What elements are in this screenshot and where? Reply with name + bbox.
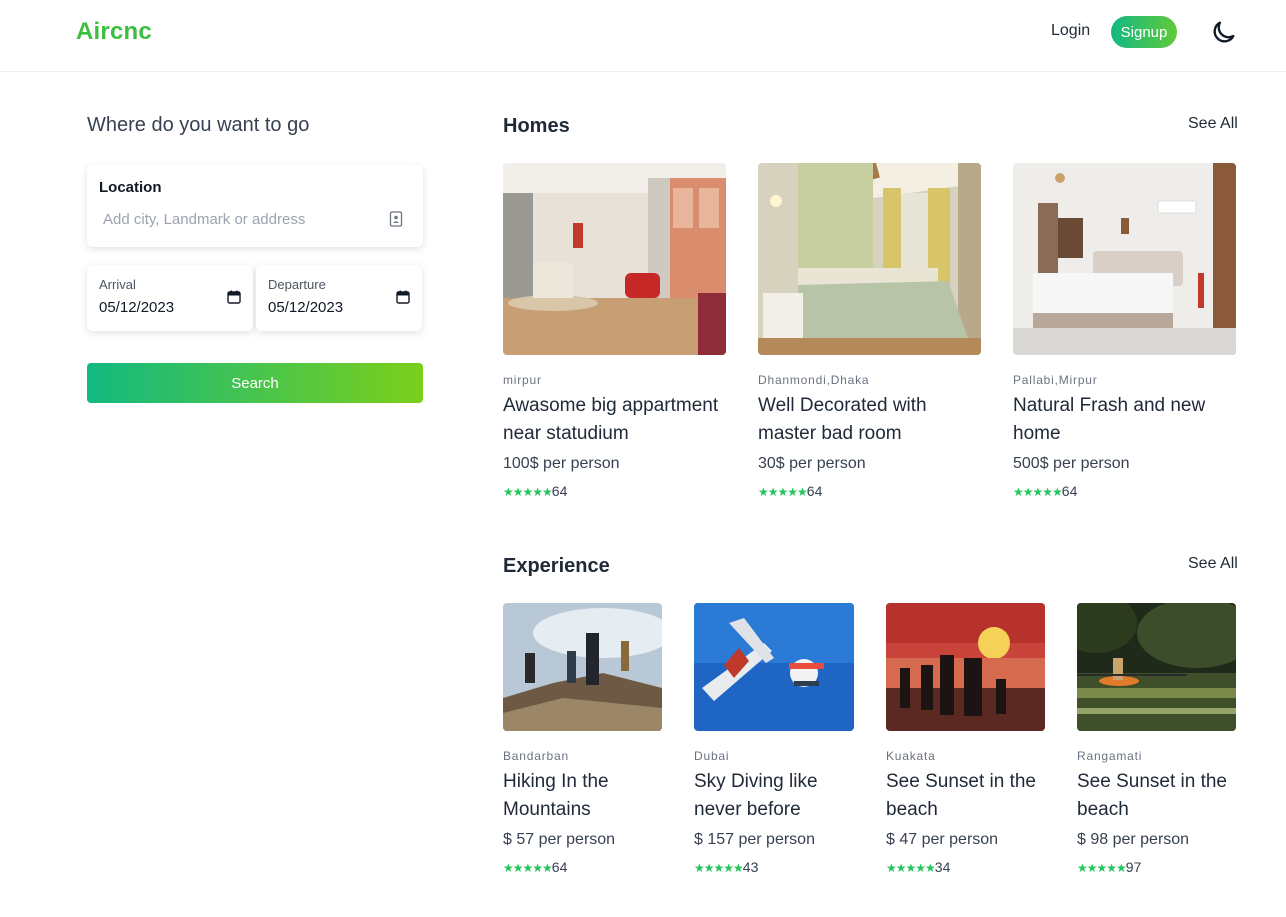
hikers-photo	[503, 603, 662, 731]
home-title[interactable]: Awasome big appartment near statudium	[503, 392, 726, 448]
experience-location: Kuakata	[886, 749, 936, 763]
departure-value[interactable]: 05/12/2023	[268, 299, 343, 316]
experience-rating: ★★★★★43	[694, 859, 758, 875]
home-location: Dhanmondi,Dhaka	[758, 373, 870, 387]
home-price: 100$ per person	[503, 455, 620, 472]
star-rating-icon: ★★★★★	[503, 861, 553, 875]
rating-count: 97	[1125, 859, 1142, 875]
location-card: Location	[87, 165, 423, 247]
experience-title[interactable]: Sky Diving like never before	[694, 768, 854, 824]
rating-count: 64	[806, 483, 823, 499]
home-price: 500$ per person	[1013, 455, 1130, 472]
home-rating: ★★★★★64	[1013, 483, 1077, 499]
home-location: Pallabi,Mirpur	[1013, 373, 1098, 387]
sunset-beach-photo	[886, 603, 1045, 731]
departure-label: Departure	[268, 277, 326, 292]
experience-card[interactable]: Kuakata See Sunset in the beach $ 47 per…	[886, 603, 1045, 883]
experience-price: $ 57 per person	[503, 831, 616, 848]
living-room-photo	[503, 163, 726, 355]
signup-button[interactable]: Signup	[1111, 16, 1177, 48]
experience-location: Dubai	[694, 749, 730, 763]
experience-card[interactable]: Bandarban Hiking In the Mountains $ 57 p…	[503, 603, 662, 883]
rating-count: 43	[742, 859, 759, 875]
home-title[interactable]: Well Decorated with master bad room	[758, 392, 981, 448]
skydiving-photo	[694, 603, 854, 731]
experience-card[interactable]: Dubai Sky Diving like never before $ 157…	[694, 603, 854, 883]
rating-count: 64	[551, 859, 568, 875]
departure-date-field[interactable]: Departure 05/12/2023	[256, 265, 422, 331]
search-button[interactable]: Search	[87, 363, 423, 403]
top-navbar: Aircnc Login Signup	[0, 0, 1286, 72]
home-card[interactable]: Pallabi,Mirpur Natural Frash and new hom…	[1013, 163, 1236, 503]
star-rating-icon: ★★★★★	[503, 485, 553, 499]
experience-price: $ 157 per person	[694, 831, 815, 848]
location-label: Location	[99, 179, 162, 196]
home-location: mirpur	[503, 373, 542, 387]
home-card[interactable]: mirpur Awasome big appartment near statu…	[503, 163, 726, 503]
brand-logo[interactable]: Aircnc	[76, 18, 152, 46]
login-link[interactable]: Login	[1051, 22, 1090, 40]
experience-location: Rangamati	[1077, 749, 1143, 763]
experience-price: $ 98 per person	[1077, 831, 1190, 848]
homes-section-title: Homes	[503, 115, 570, 137]
rating-count: 34	[934, 859, 951, 875]
home-title[interactable]: Natural Frash and new home	[1013, 392, 1236, 448]
experience-section-title: Experience	[503, 555, 610, 577]
experience-rating: ★★★★★34	[886, 859, 950, 875]
rating-count: 64	[551, 483, 568, 499]
home-price: 30$ per person	[758, 455, 866, 472]
calendar-icon[interactable]	[227, 290, 241, 304]
experience-title[interactable]: Hiking In the Mountains	[503, 768, 662, 824]
kayak-river-photo	[1077, 603, 1236, 731]
experience-title[interactable]: See Sunset in the beach	[1077, 768, 1236, 824]
home-card[interactable]: Dhanmondi,Dhaka Well Decorated with mast…	[758, 163, 981, 503]
white-bedroom-photo	[1013, 163, 1236, 355]
arrival-label: Arrival	[99, 277, 136, 292]
rating-count: 64	[1061, 483, 1078, 499]
experience-title[interactable]: See Sunset in the beach	[886, 768, 1045, 824]
home-rating: ★★★★★64	[758, 483, 822, 499]
star-rating-icon: ★★★★★	[886, 861, 936, 875]
star-rating-icon: ★★★★★	[1077, 861, 1127, 875]
star-rating-icon: ★★★★★	[694, 861, 744, 875]
homes-see-all-link[interactable]: See All	[1188, 115, 1238, 133]
experience-rating: ★★★★★64	[503, 859, 567, 875]
calendar-icon[interactable]	[396, 290, 410, 304]
experience-price: $ 47 per person	[886, 831, 999, 848]
star-rating-icon: ★★★★★	[758, 485, 808, 499]
star-rating-icon: ★★★★★	[1013, 485, 1063, 499]
experience-rating: ★★★★★97	[1077, 859, 1141, 875]
location-input[interactable]	[99, 207, 369, 231]
arrival-value[interactable]: 05/12/2023	[99, 299, 174, 316]
experience-see-all-link[interactable]: See All	[1188, 555, 1238, 573]
arrival-date-field[interactable]: Arrival 05/12/2023	[87, 265, 253, 331]
address-book-icon[interactable]	[389, 211, 403, 227]
bedroom-photo	[758, 163, 981, 355]
experience-location: Bandarban	[503, 749, 569, 763]
home-rating: ★★★★★64	[503, 483, 567, 499]
experience-card[interactable]: Rangamati See Sunset in the beach $ 98 p…	[1077, 603, 1236, 883]
search-panel-title: Where do you want to go	[87, 114, 310, 136]
moon-icon[interactable]	[1210, 18, 1238, 46]
